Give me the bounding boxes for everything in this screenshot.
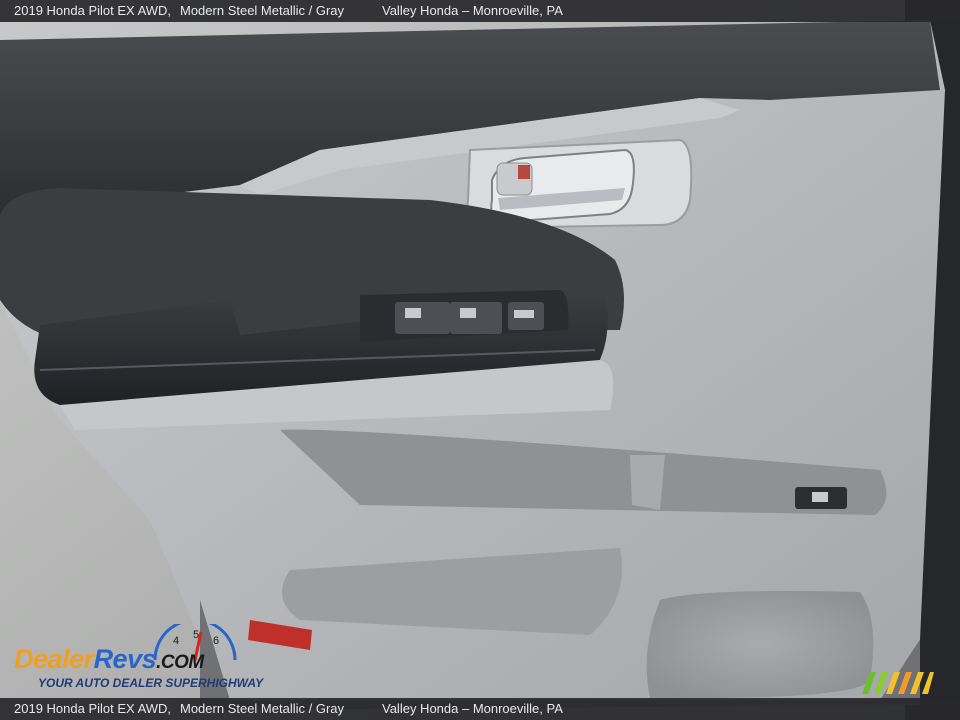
logo-part-dealer: Dealer [14,644,94,674]
door-interior-photo [0,0,960,720]
stripes-logo-icon [862,672,934,694]
dealer-name: Valley Honda – Monroeville, PA [382,3,563,18]
caption-bar-top: 2019 Honda Pilot EX AWD, Modern Steel Me… [0,0,960,22]
speaker-grille [646,591,874,699]
rear-switch-glyph [812,492,828,502]
dealer-name: Valley Honda – Monroeville, PA [382,701,563,716]
switch-glyph [514,310,534,318]
gauge-digit: 5 [193,629,199,641]
logo-wordmark: DealerRevs.COM [14,644,204,675]
vehicle-color: Modern Steel Metallic / Gray [180,3,345,18]
dealerrevs-logo: 4 5 6 DealerRevs.COM YOUR AUTO DEALER SU… [10,624,270,694]
window-switch-left [395,302,450,334]
switch-glyph [405,308,421,318]
vehicle-color: Modern Steel Metallic / Gray [180,701,345,716]
gauge-digit: 6 [213,635,219,647]
vehicle-name: 2019 Honda Pilot EX AWD, [14,3,172,18]
switch-glyph [460,308,476,318]
vehicle-name: 2019 Honda Pilot EX AWD, [14,701,172,716]
logo-part-revs: Revs [93,644,157,674]
pocket-divider [630,455,665,510]
logo-part-com: .COM [156,652,204,673]
caption-bar-bottom: 2019 Honda Pilot EX AWD, Modern Steel Me… [0,698,960,720]
logo-tagline: YOUR AUTO DEALER SUPERHIGHWAY [38,676,264,690]
lock-indicator [518,165,530,179]
